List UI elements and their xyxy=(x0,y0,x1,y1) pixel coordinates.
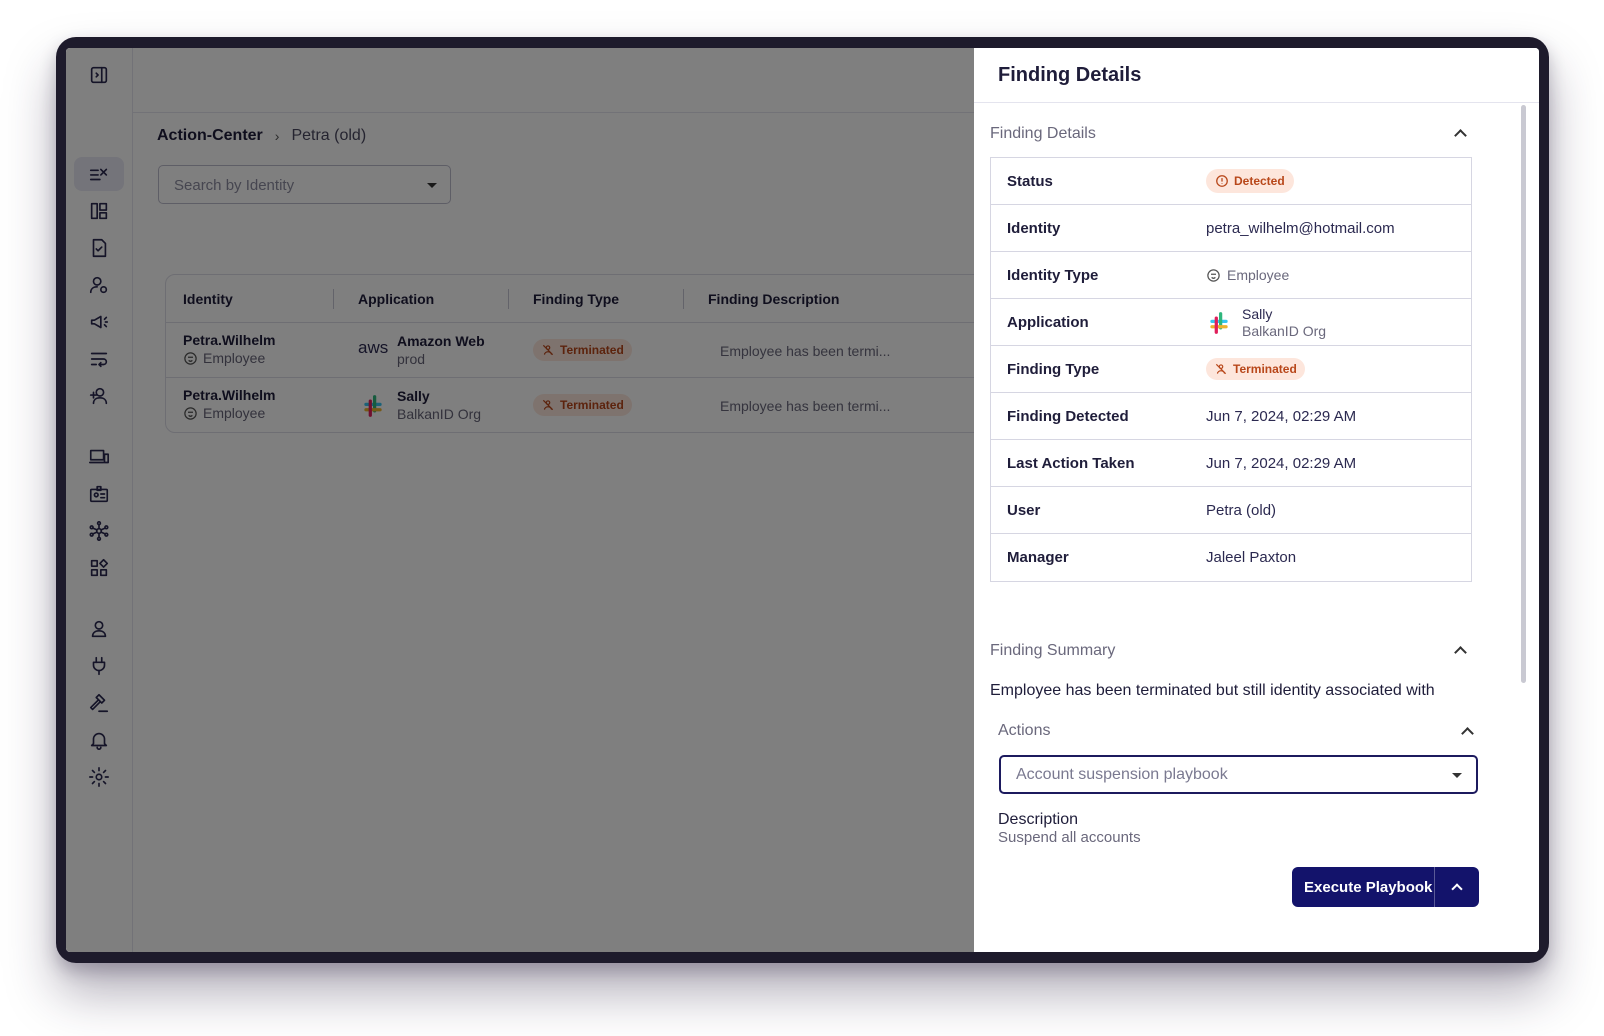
status-badge: Detected xyxy=(1206,169,1294,193)
identity-type-text: Employee xyxy=(1227,267,1290,283)
terminated-person-icon xyxy=(1215,363,1227,375)
caret-down-icon xyxy=(1452,773,1462,778)
identity-type-label: Identity Type xyxy=(1007,267,1099,284)
execute-playbook-label: Execute Playbook xyxy=(1304,878,1433,896)
finding-summary-text: Employee has been terminated but still i… xyxy=(990,682,1435,699)
detail-row-manager: Manager Jaleel Paxton xyxy=(991,534,1471,581)
user-label: User xyxy=(1007,502,1041,519)
playbook-select[interactable]: Account suspension playbook xyxy=(999,755,1478,794)
application-text: Sally BalkanID Org xyxy=(1242,306,1326,340)
execute-playbook-button[interactable]: Execute Playbook xyxy=(1292,867,1479,907)
slack-logo-icon xyxy=(1210,312,1228,334)
manager-label: Manager xyxy=(1007,549,1069,566)
actions-panel: Actions Account suspension playbook Desc… xyxy=(974,707,1539,952)
manager-value: Jaleel Paxton xyxy=(1206,549,1297,566)
drawer-scrollbar[interactable] xyxy=(1519,105,1527,707)
finding-type-label: Finding Type xyxy=(1007,361,1100,378)
alert-circle-icon xyxy=(1216,175,1228,187)
finding-detected-value: Jun 7, 2024, 02:29 AM xyxy=(1206,408,1357,425)
playbook-select-value: Account suspension playbook xyxy=(1016,766,1228,783)
detail-row-application: Application Sally BalkanID Org xyxy=(991,299,1471,346)
status-label: Status xyxy=(1007,173,1053,190)
detail-row-finding-detected: Finding Detected Jun 7, 2024, 02:29 AM xyxy=(991,393,1471,440)
finding-details-drawer: Finding Details Finding Details Status D… xyxy=(974,48,1539,952)
description-label: Description xyxy=(998,811,1079,828)
modal-backdrop[interactable] xyxy=(66,48,974,952)
finding-detected-label: Finding Detected xyxy=(1007,408,1129,425)
detail-row-identity-type: Identity Type Employee xyxy=(991,252,1471,299)
details-table: Status Detected Identity petra_wilhelm@h… xyxy=(990,157,1472,582)
scrollbar-thumb[interactable] xyxy=(1521,105,1526,683)
app-window: Action-Center › Petra (old) Search by Id… xyxy=(66,48,1539,952)
description-value: Suspend all accounts xyxy=(998,829,1141,846)
user-value: Petra (old) xyxy=(1206,502,1277,519)
application-name: Sally xyxy=(1242,306,1273,322)
status-badge-label: Detected xyxy=(1234,174,1285,188)
last-action-value: Jun 7, 2024, 02:29 AM xyxy=(1206,455,1357,472)
drawer-title: Finding Details xyxy=(974,48,1539,103)
identity-value: petra_wilhelm@hotmail.com xyxy=(1206,220,1395,237)
terminated-badge: Terminated xyxy=(1206,358,1305,380)
actions-section-title: Actions xyxy=(998,722,1051,739)
application-label: Application xyxy=(1007,314,1089,331)
terminated-badge-label: Terminated xyxy=(1233,362,1297,376)
application-value: Sally BalkanID Org xyxy=(1206,306,1326,340)
finding-summary-section-title: Finding Summary xyxy=(990,642,1116,659)
finding-details-section-title: Finding Details xyxy=(990,125,1096,142)
collapse-summary-chevron-icon[interactable] xyxy=(1454,646,1467,659)
execute-options-chevron-icon[interactable] xyxy=(1435,881,1479,895)
detail-row-user: User Petra (old) xyxy=(991,487,1471,534)
application-sub: BalkanID Org xyxy=(1242,323,1327,339)
collapse-actions-chevron-icon[interactable] xyxy=(1461,727,1474,740)
detail-row-identity: Identity petra_wilhelm@hotmail.com xyxy=(991,205,1471,252)
employee-icon xyxy=(1207,268,1220,282)
detail-row-status: Status Detected xyxy=(991,158,1471,205)
identity-label: Identity xyxy=(1007,220,1061,237)
collapse-details-chevron-icon[interactable] xyxy=(1454,129,1467,142)
finding-type-value: Terminated xyxy=(1206,358,1305,381)
detail-row-last-action: Last Action Taken Jun 7, 2024, 02:29 AM xyxy=(991,440,1471,487)
last-action-label: Last Action Taken xyxy=(1007,455,1135,472)
detail-row-finding-type: Finding Type Terminated xyxy=(991,346,1471,393)
identity-type-value: Employee xyxy=(1206,267,1289,283)
